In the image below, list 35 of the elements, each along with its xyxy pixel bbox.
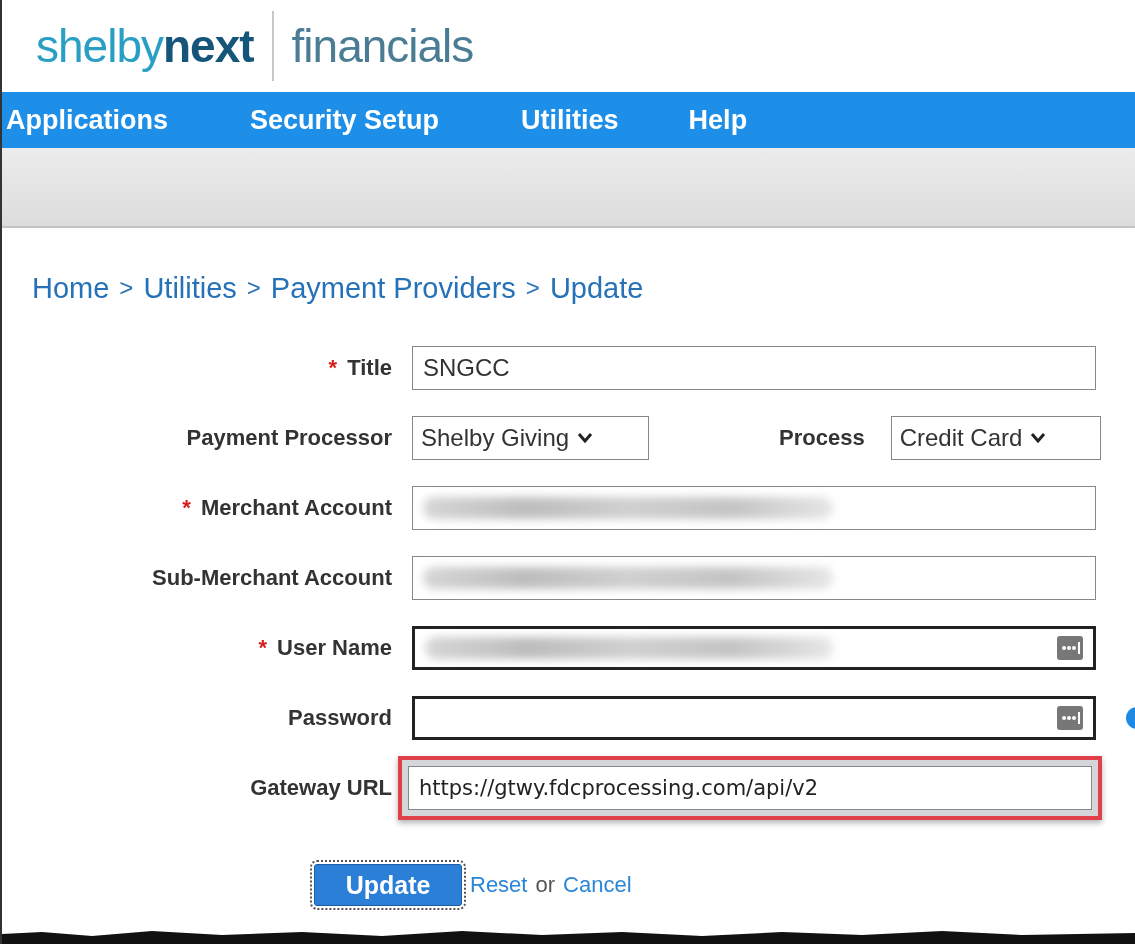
password-manager-icon[interactable] [1057, 706, 1083, 730]
breadcrumb-link[interactable]: Home [32, 271, 110, 305]
field-label: Process [779, 425, 865, 451]
breadcrumb-separator: > [246, 274, 261, 302]
field-label: * Title [327, 355, 393, 381]
input-field[interactable]: SNGCC [412, 346, 1096, 390]
input-field[interactable] [412, 556, 1096, 600]
breadcrumb-link[interactable]: Payment Providers [270, 271, 516, 305]
nav-item[interactable]: Applications [6, 104, 168, 136]
logo: shelbynext financials [36, 11, 474, 81]
breadcrumb-link[interactable]: Update [549, 271, 644, 305]
reset-link[interactable]: Reset [470, 872, 528, 898]
input-field[interactable] [412, 486, 1096, 530]
chevron-down-icon [577, 432, 594, 444]
password-manager-icon[interactable] [1057, 636, 1083, 660]
or-text: or [535, 872, 556, 898]
nav-item[interactable]: Help [688, 104, 748, 136]
input-field[interactable]: https://gtwy.fdcprocessing.com/api/v2 [408, 766, 1092, 810]
nav-item[interactable]: Security Setup [250, 104, 440, 136]
select-field[interactable]: Credit Card [890, 416, 1101, 460]
field-label: Payment Processor [185, 425, 393, 451]
breadcrumb-separator: > [525, 274, 540, 302]
input-field[interactable] [412, 696, 1096, 740]
field-label: Sub-Merchant Account [151, 565, 393, 591]
chevron-down-icon [1030, 432, 1047, 444]
field-label: * User Name [257, 635, 393, 661]
nav-item[interactable]: Utilities [521, 104, 619, 136]
field-label: * Merchant Account [181, 495, 393, 521]
breadcrumb-link[interactable]: Utilities [143, 271, 237, 305]
field-label: Password [287, 705, 393, 731]
input-field[interactable] [412, 626, 1096, 670]
breadcrumb-separator: > [119, 274, 134, 302]
field-label: Gateway URL [249, 775, 393, 801]
select-field[interactable]: Shelby Giving [412, 416, 649, 460]
cancel-link[interactable]: Cancel [563, 872, 632, 898]
